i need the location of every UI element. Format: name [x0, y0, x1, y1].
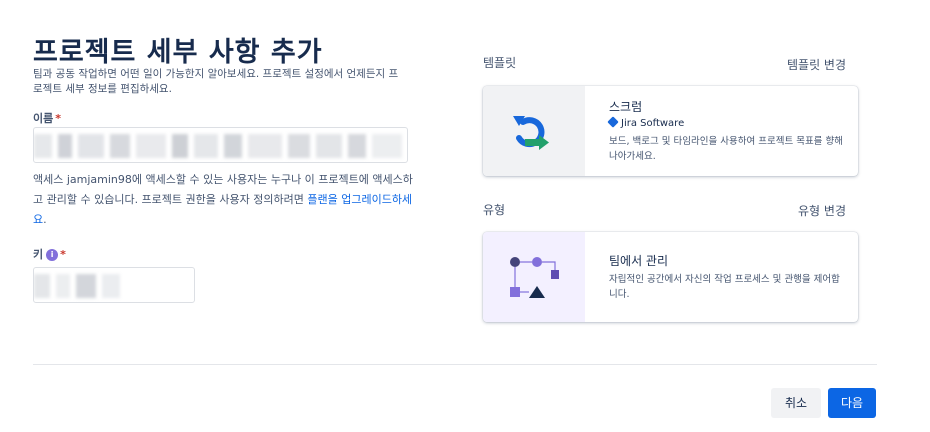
access-info: 액세스 jamjamin98에 액세스할 수 있는 사용자는 누구나 이 프로젝…: [33, 170, 413, 230]
required-mark: *: [55, 112, 62, 125]
required-mark: *: [60, 248, 66, 261]
product-name: Jira Software: [621, 118, 685, 129]
jira-diamond-icon: [607, 116, 619, 128]
template-card-description: 보드, 백로그 및 타임라인을 사용하여 프로젝트 목표를 향해 나아가세요.: [609, 136, 843, 162]
page-description: 팀과 공동 작업하면 어떤 일이 가능한지 알아보세요. 프로젝트 설정에서 언…: [33, 68, 399, 95]
scrum-thumbnail: [483, 86, 585, 176]
template-section-label: 템플릿: [483, 56, 517, 70]
project-key-input[interactable]: [33, 267, 195, 303]
project-name-input[interactable]: [33, 127, 408, 163]
next-button[interactable]: 다음: [828, 388, 876, 418]
key-label-text: 키: [33, 248, 44, 261]
team-managed-workflow-icon: [510, 257, 559, 298]
template-card-product: Jira Software: [607, 116, 685, 129]
info-icon[interactable]: i: [46, 249, 59, 261]
team-managed-thumbnail: [483, 232, 585, 322]
page-title: 프로젝트 세부 사항 추가: [33, 37, 323, 68]
type-card-description: 자립적인 공간에서 자신의 작업 프로세스 및 관행을 제어합니다.: [609, 274, 840, 300]
name-field-label: 이름 *: [33, 110, 61, 126]
type-card[interactable]: 팀에서 관리 자립적인 공간에서 자신의 작업 프로세스 및 관행을 제어합니다…: [483, 232, 858, 322]
type-card-title: 팀에서 관리: [609, 254, 669, 268]
type-section-label: 유형: [483, 203, 506, 217]
redacted-key-value: [34, 274, 120, 298]
cancel-button[interactable]: 취소: [771, 388, 821, 418]
template-card-title: 스크럼: [609, 100, 643, 114]
template-card[interactable]: 스크럼 Jira Software 보드, 백로그 및 타임라인을 사용하여 프…: [483, 86, 858, 176]
change-template-button[interactable]: 템플릿 변경: [760, 56, 846, 73]
access-text-end: .: [43, 213, 47, 226]
change-type-button[interactable]: 유형 변경: [760, 202, 846, 219]
scrum-cycle-icon: [513, 116, 549, 150]
name-label-text: 이름: [33, 112, 54, 125]
key-field-label: 키 i *: [33, 246, 66, 262]
redacted-name-value: [34, 134, 402, 158]
footer-divider: [33, 364, 877, 365]
